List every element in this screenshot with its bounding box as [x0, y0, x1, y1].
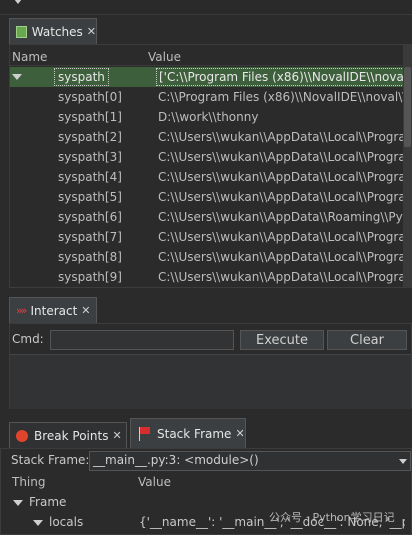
execute-button[interactable]: Execute: [240, 330, 324, 350]
column-header-thing: Thing: [12, 475, 46, 489]
watch-value: ['C:\\Program Files (x86)\\NovalIDE\\nov…: [156, 68, 410, 86]
collapse-icon[interactable]: [33, 520, 43, 526]
close-icon[interactable]: ✕: [235, 427, 244, 440]
interact-panel: Cmd: Execute Clear: [9, 323, 412, 409]
watch-row[interactable]: syspath[7] C:\\Users\\wukan\\AppData\\Lo…: [10, 227, 406, 247]
watch-name: syspath[7]: [58, 230, 122, 244]
watch-name: syspath[6]: [58, 210, 122, 224]
watch-row[interactable]: syspath[4] C:\\Users\\wukan\\AppData\\Lo…: [10, 167, 406, 187]
close-icon[interactable]: ✕: [81, 304, 90, 317]
tab-watches[interactable]: Watches ✕: [9, 18, 97, 44]
frame-node-label: Frame: [29, 495, 67, 509]
watch-row[interactable]: syspath[8] C:\\Users\\wukan\\AppData\\Lo…: [10, 247, 406, 267]
scrollbar-thumb[interactable]: [404, 67, 411, 147]
watch-name: syspath: [54, 68, 109, 86]
watch-name: syspath[5]: [58, 190, 122, 204]
interact-icon: »»: [16, 304, 28, 317]
stack-frame-select-value: __main__.py:3: <module>(): [93, 453, 259, 467]
flag-icon: [139, 426, 151, 441]
tab-stack-frame-label: Stack Frame: [157, 426, 232, 441]
watch-value: C:\\Users\\wukan\\AppData\\Local\\Progra: [158, 230, 406, 244]
header-divider: [10, 65, 403, 66]
watch-value: C:\\Users\\wukan\\AppData\\Local\\Progra: [158, 170, 406, 184]
watch-value: D:\\work\\thonny: [158, 110, 259, 124]
column-header-name: Name: [12, 50, 48, 64]
interact-output[interactable]: [10, 354, 411, 409]
tab-interact[interactable]: »» Interact ✕: [9, 297, 97, 323]
tab-break-points-label: Break Points: [34, 428, 109, 443]
watch-row[interactable]: syspath[3] C:\\Users\\wukan\\AppData\\Lo…: [10, 147, 406, 167]
column-header-value: Value: [138, 475, 171, 489]
watch-value: C:\\Users\\wukan\\AppData\\Roaming\\Py: [158, 210, 403, 224]
watch-name: syspath[1]: [58, 110, 122, 124]
watch-value: C:\\Users\\wukan\\AppData\\Local\\Progra: [158, 150, 406, 164]
breakpoint-icon: [16, 429, 28, 442]
tab-watches-label: Watches: [31, 24, 83, 39]
chevron-down-icon[interactable]: [14, 0, 22, 4]
watch-value: C:\\Program Files (x86)\\NovalIDE\\noval…: [158, 90, 407, 104]
stack-frame-panel: Stack Frame: __main__.py:3: <module>() T…: [0, 448, 412, 535]
watch-value: C:\\Users\\wukan\\AppData\\Local\\Progra: [158, 190, 406, 204]
watch-row[interactable]: syspath ['C:\\Program Files (x86)\\Noval…: [10, 67, 410, 87]
close-icon[interactable]: ✕: [112, 429, 121, 442]
watch-row[interactable]: syspath[1] D:\\work\\thonny: [10, 107, 403, 127]
watch-row[interactable]: syspath[0] C:\\Program Files (x86)\\Nova…: [10, 87, 406, 107]
tab-break-points[interactable]: Break Points ✕: [9, 422, 127, 448]
collapse-icon[interactable]: [12, 74, 22, 80]
chevron-down-icon[interactable]: [399, 459, 407, 464]
clear-button[interactable]: Clear: [327, 330, 407, 350]
watch-value: C:\\Users\\wukan\\AppData\\Local\\Progra: [158, 270, 406, 284]
watch-name: syspath[9]: [58, 270, 122, 284]
stack-frame-select[interactable]: __main__.py:3: <module>(): [89, 451, 411, 471]
watch-row[interactable]: syspath[6] C:\\Users\\wukan\\AppData\\Ro…: [10, 207, 403, 227]
watch-name: syspath[8]: [58, 250, 122, 264]
watermark: 公众号 · Python学习日记: [269, 511, 395, 524]
watches-list: syspath ['C:\\Program Files (x86)\\Noval…: [10, 67, 410, 289]
watch-name: syspath[0]: [58, 90, 122, 104]
watch-name: syspath[2]: [58, 130, 122, 144]
vertical-scrollbar[interactable]: [403, 45, 412, 287]
watch-row[interactable]: syspath[5] C:\\Users\\wukan\\AppData\\Lo…: [10, 187, 406, 207]
watch-value: C:\\Users\\wukan\\AppData\\Local\\Progra: [158, 250, 406, 264]
collapse-icon[interactable]: [13, 500, 23, 506]
watch-value: C:\\Users\\wukan\\AppData\\Local\\Progra: [158, 130, 406, 144]
watches-panel: Name Value syspath ['C:\\Program Files (…: [9, 44, 412, 288]
close-icon[interactable]: ✕: [87, 25, 96, 38]
column-header-value: Value: [148, 50, 181, 64]
locals-node-label: locals: [49, 515, 84, 529]
tab-interact-label: Interact: [30, 303, 78, 318]
watch-name: syspath[4]: [58, 170, 122, 184]
watches-icon: [16, 25, 27, 38]
watch-row[interactable]: syspath[2] C:\\Users\\wukan\\AppData\\Lo…: [10, 127, 406, 147]
watch-name: syspath[3]: [58, 150, 122, 164]
cmd-input[interactable]: [50, 330, 234, 350]
stack-frame-label: Stack Frame:: [11, 453, 90, 467]
cmd-label: Cmd:: [12, 332, 44, 346]
tab-stack-frame[interactable]: Stack Frame ✕: [130, 418, 246, 448]
watch-row[interactable]: syspath[9] C:\\Users\\wukan\\AppData\\Lo…: [10, 267, 406, 287]
top-strip: [0, 0, 412, 15]
